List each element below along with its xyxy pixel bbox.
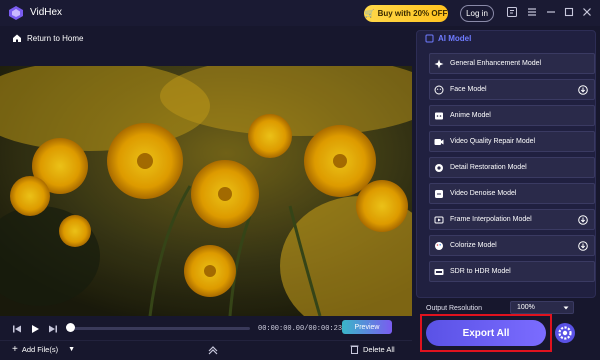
model-label: Video Denoise Model [450,190,517,197]
trash-icon [350,345,359,354]
app-title: VidHex [30,7,63,18]
close-icon[interactable] [581,6,593,18]
face-icon [434,85,444,94]
plus-icon: + [12,344,18,355]
play-icon[interactable] [30,324,40,334]
cart-icon: 🛒 [364,9,375,18]
video-repair-icon [434,138,444,145]
chevron-down-icon [563,306,569,310]
model-item[interactable]: Frame Interpolation Model [429,209,595,230]
model-item[interactable]: SDR to HDR Model [429,261,595,282]
buy-discount-button[interactable]: 🛒 Buy with 20% OFF [364,5,448,22]
return-home-label: Return to Home [27,33,84,43]
title-bar: VidHex 🛒 Buy with 20% OFF Log in [0,0,600,26]
model-item[interactable]: Face Model [429,79,595,100]
model-item[interactable]: Colorize Model [429,235,595,256]
anime-icon [435,112,443,119]
buy-discount-label: Buy with 20% OFF [377,9,448,18]
ai-chip-icon [425,34,434,43]
model-item[interactable]: Anime Model [429,105,595,126]
login-button[interactable]: Log in [460,5,494,22]
player-controls: 00:00:00.00/00:00:23.18 Preview [0,317,412,341]
chevron-down-icon: ▼ [68,346,76,353]
model-label: Colorize Model [450,242,497,249]
vidhex-logo-icon [9,6,23,20]
seek-handle[interactable] [65,323,75,332]
model-label: Face Model [450,86,487,93]
model-label: Frame Interpolation Model [450,216,532,223]
add-files-label: Add File(s) [21,345,59,354]
ai-model-heading: AI Model [425,34,471,43]
feedback-icon[interactable] [506,6,518,18]
download-icon[interactable] [578,215,588,225]
ai-model-title: AI Model [438,34,472,43]
hdr-icon [434,268,444,275]
preview-button[interactable]: Preview [342,320,392,334]
skip-forward-icon[interactable] [48,324,58,334]
palette-icon [435,241,443,250]
denoise-icon [435,189,443,198]
output-resolution-value: 100% [517,304,535,311]
gear-icon[interactable] [554,322,576,344]
model-label: SDR to HDR Model [450,268,511,275]
app-window: VidHex 🛒 Buy with 20% OFF Log in Return … [0,0,600,360]
maximize-icon[interactable] [563,6,575,18]
menu-icon[interactable] [526,6,538,18]
home-icon [13,34,21,42]
model-item[interactable]: Detail Restoration Model [429,157,595,178]
preview-pane: Return to Home 00:00:00.00/00:00:23.18 P… [0,26,412,360]
output-resolution-label: Output Resolution [426,305,483,312]
video-preview [0,66,412,316]
sparkle-icon [434,59,444,68]
collapse-up-icon[interactable] [207,345,219,355]
flower-video-frame [0,66,412,316]
ai-model-panel: AI Model General Enhancement Model Face M… [416,30,596,298]
model-label: Anime Model [450,112,491,119]
add-files-button[interactable]: + Add File(s) ▼ [12,344,75,355]
seek-bar[interactable] [70,327,250,330]
model-item[interactable]: General Enhancement Model [429,53,595,74]
return-home-link[interactable]: Return to Home [12,30,83,46]
download-icon[interactable] [578,85,588,95]
timecode: 00:00:00.00/00:00:23.18 [258,325,355,333]
detail-icon [435,163,443,172]
download-icon[interactable] [578,241,588,251]
model-item[interactable]: Video Quality Repair Model [429,131,595,152]
model-item[interactable]: Video Denoise Model [429,183,595,204]
output-resolution-select[interactable]: 100% [510,301,574,314]
minimize-icon[interactable] [545,6,557,18]
frame-icon [434,216,444,223]
model-label: Video Quality Repair Model [450,138,536,145]
file-bar: + Add File(s) ▼ Delete All [0,340,412,360]
model-label: General Enhancement Model [450,60,542,67]
delete-all-button[interactable]: Delete All [350,344,395,354]
delete-all-label: Delete All [363,344,395,354]
ai-model-sidebar: AI Model General Enhancement Model Face M… [412,26,600,360]
export-all-button[interactable]: Export All [426,320,546,346]
model-list: General Enhancement Model Face Model Anime… [429,53,595,287]
model-label: Detail Restoration Model [450,164,527,171]
skip-back-icon[interactable] [12,324,22,334]
